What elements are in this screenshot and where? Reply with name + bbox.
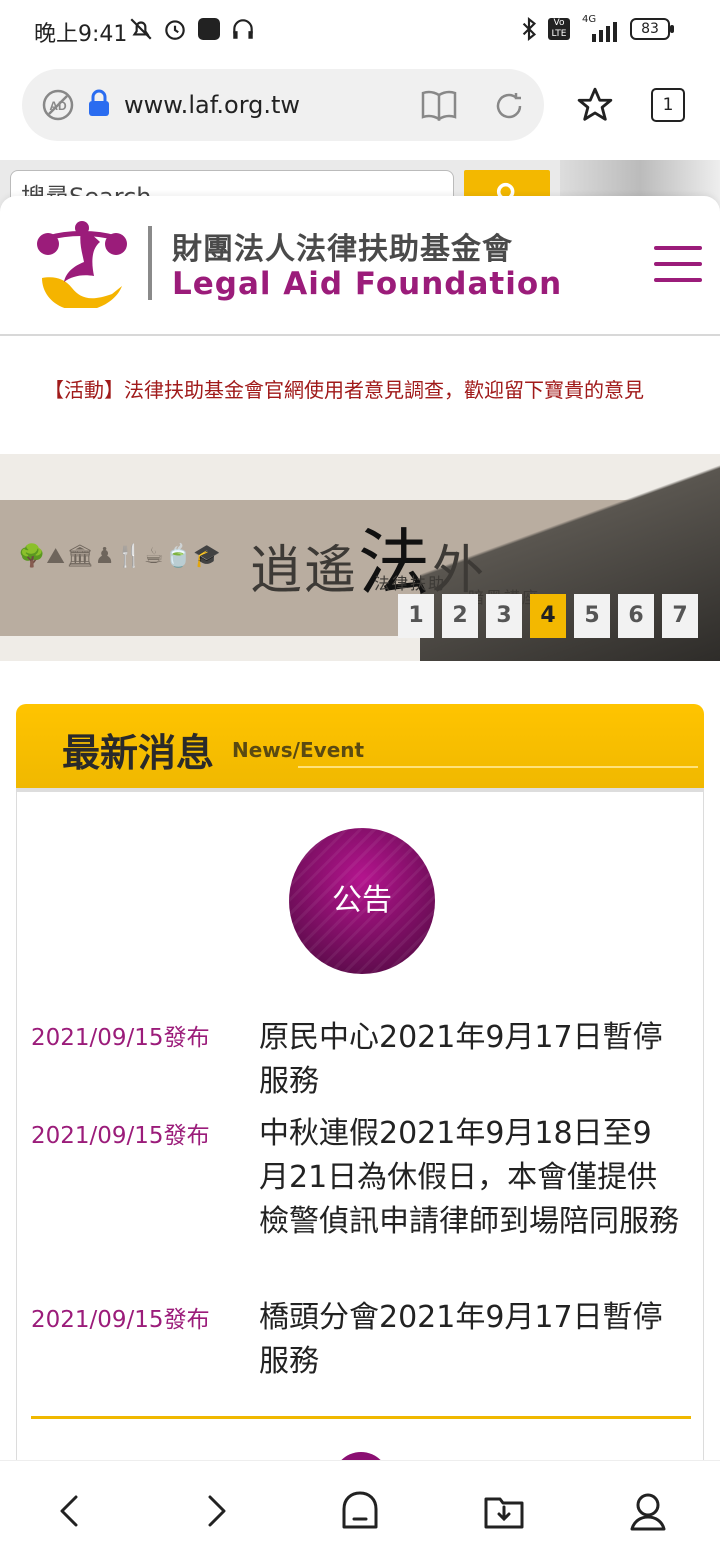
downloads-icon[interactable] [480,1487,528,1535]
refresh-icon[interactable] [492,89,526,123]
address-bar[interactable]: AD www.laf.org.tw [22,69,544,141]
news-item-link[interactable]: 原民中心2021年9月17日暫停服務 [259,1016,679,1104]
status-time: 晚上9:41 [34,22,128,47]
menu-hamburger-icon[interactable] [654,246,704,284]
ad-block-icon[interactable]: AD [42,89,74,121]
reader-mode-icon[interactable] [420,89,458,121]
bookmark-star-icon[interactable] [576,86,614,124]
banner-page-1[interactable]: 1 [398,594,434,638]
banner-subtitle: 法律扶助 [374,574,447,593]
announcement-marquee[interactable]: 【活動】法律扶助基金會官網使用者意見調查，歡迎留下寶貴的意見 [44,374,684,403]
url-text[interactable]: www.laf.org.tw [124,91,300,119]
forward-icon[interactable] [192,1487,240,1535]
news-item-link[interactable]: 中秋連假2021年9月18日至9月21日為休假日，本會僅提供檢警偵訊申請律師到場… [259,1112,679,1244]
news-date: 2021/09/15發布 [31,1307,210,1333]
back-icon[interactable] [46,1487,94,1535]
bluetooth-icon [522,16,537,42]
lock-icon [89,89,109,116]
site-panel: 財團法人法律扶助基金會 Legal Aid Foundation 【活動】法律扶… [0,196,720,1460]
banner-page-3[interactable]: 3 [486,594,522,638]
mute-bell-icon [130,18,152,40]
banner-page-4[interactable]: 4 [530,594,566,638]
news-date: 2021/09/15發布 [31,1025,210,1051]
news-divider [31,1416,691,1419]
status-bar: 晚上9:41 Vo LTE 4G 83 [0,0,720,60]
browser-bottom-nav [0,1460,720,1561]
news-title-en: News/Event [232,738,365,762]
news-title: 最新消息 [62,731,215,775]
laf-logo-icon[interactable] [34,216,130,308]
headphones-icon [233,19,253,39]
browser-toolbar: AD www.laf.org.tw 1 [0,60,720,160]
banner-page-6[interactable]: 6 [618,594,654,638]
banner-page-7[interactable]: 7 [662,594,698,638]
news-date: 2021/09/15發布 [31,1123,210,1149]
news-section-header: 最新消息 News/Event [16,704,704,788]
battery-icon: 83 [630,18,674,40]
news-list-card: 公告 2021/09/15發布 原民中心2021年9月17日暫停服務 2021/… [16,788,704,1460]
banner-page-2[interactable]: 2 [442,594,478,638]
next-category-badge[interactable] [333,1452,389,1460]
news-header-line [298,766,698,768]
org-name-en[interactable]: Legal Aid Foundation [172,266,562,302]
banner-page-5[interactable]: 5 [574,594,610,638]
site-header: 財團法人法律扶助基金會 Legal Aid Foundation [0,196,720,336]
app-notification-icon [198,18,220,40]
banner-icons-row: 🌳⛰🏛♟🍴☕🍵🎓 [18,544,222,569]
home-icon[interactable] [336,1487,384,1535]
tabs-button[interactable]: 1 [651,88,685,122]
volte-icon: Vo LTE [548,18,570,40]
alarm-icon [165,20,185,40]
news-item-link[interactable]: 橋頭分會2021年9月17日暫停服務 [259,1296,679,1384]
profile-icon[interactable] [624,1487,672,1535]
org-name-zh[interactable]: 財團法人法律扶助基金會 [172,224,513,268]
hero-banner[interactable]: 🌳⛰🏛♟🍴☕🍵🎓 逍遙法外 法律扶助 暗黑講座 1 2 3 4 5 6 7 [0,454,720,661]
category-badge[interactable]: 公告 [289,828,435,974]
logo-divider [148,226,152,300]
signal-icon [592,22,617,42]
